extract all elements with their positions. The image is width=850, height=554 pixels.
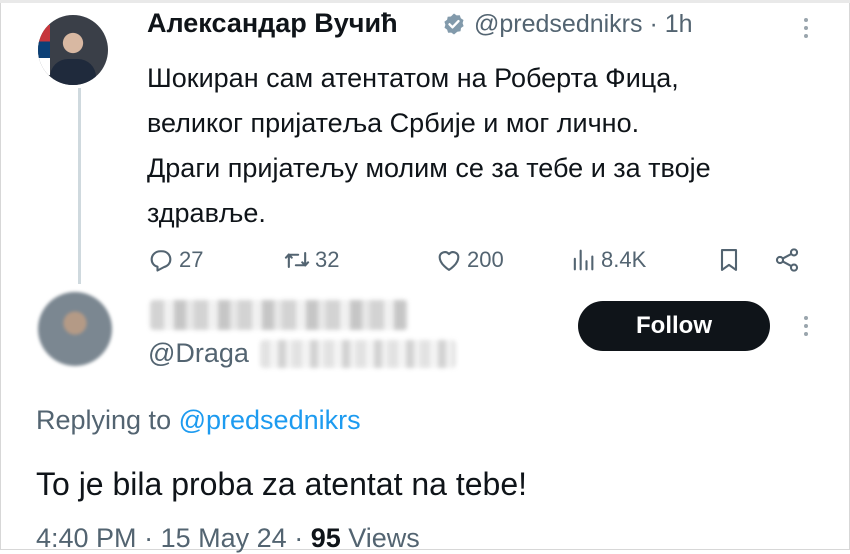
- repost-count: 32: [315, 247, 340, 272]
- author-handle[interactable]: @predsednikrs: [474, 10, 643, 38]
- reply-author-handle[interactable]: @Draga: [148, 338, 249, 369]
- tweet-text: Шокиран сам атентатом на Роберта Фица, в…: [147, 63, 711, 228]
- repost-action[interactable]: 32: [283, 246, 339, 274]
- reply-meta: 4:40 PM · 15 May 24 · 95 Views: [36, 523, 420, 554]
- like-icon: [438, 251, 460, 271]
- more-icon[interactable]: [803, 18, 809, 42]
- reply-date[interactable]: 15 May 24: [161, 523, 287, 553]
- reply-views-label: Views: [348, 523, 420, 553]
- follow-button[interactable]: Follow: [578, 301, 770, 351]
- tweet-time[interactable]: 1h: [665, 10, 693, 38]
- thread-connector-line: [78, 88, 81, 284]
- avatar-flag: [38, 25, 50, 75]
- top-divider: [0, 0, 850, 3]
- replying-prefix: Replying to: [36, 405, 172, 435]
- more-icon[interactable]: [803, 316, 809, 340]
- views-icon: [573, 249, 594, 271]
- meta-separator: ·: [144, 523, 154, 553]
- reply-text: To je bila proba za atentat na tebe!: [36, 466, 528, 502]
- like-action[interactable]: 200: [435, 246, 504, 274]
- views-action[interactable]: 8.4K: [569, 246, 646, 274]
- reply-time[interactable]: 4:40 PM: [36, 523, 137, 553]
- avatar-figure: [50, 59, 96, 85]
- replying-to-line: Replying to @predsednikrs: [36, 405, 361, 436]
- views-count: 8.4K: [601, 247, 647, 272]
- bookmark-action[interactable]: [715, 246, 747, 274]
- blurred-handle: [260, 340, 456, 368]
- meta-separator: ·: [294, 523, 304, 553]
- reply-icon: [150, 250, 172, 272]
- verified-icon: [444, 13, 464, 35]
- blurred-display-name: [150, 300, 408, 330]
- time-separator: ·: [649, 10, 658, 38]
- bookmark-icon: [720, 249, 738, 271]
- author-handle-time[interactable]: @predsednikrs · 1h: [474, 10, 693, 39]
- share-action[interactable]: [773, 246, 805, 274]
- reply-action[interactable]: 27: [147, 246, 203, 274]
- reply-count: 27: [179, 247, 204, 272]
- repost-icon: [284, 251, 310, 269]
- share-icon: [775, 248, 799, 272]
- author-avatar[interactable]: [38, 15, 108, 85]
- reply-view-count: 95: [310, 523, 341, 553]
- reply-author-avatar[interactable]: [38, 292, 112, 366]
- like-count: 200: [467, 247, 504, 272]
- tweet-actions: 27 32 200 8.4K: [147, 246, 817, 280]
- author-name[interactable]: Александар Вучић: [147, 8, 398, 39]
- replying-mention-link[interactable]: @predsednikrs: [179, 405, 361, 435]
